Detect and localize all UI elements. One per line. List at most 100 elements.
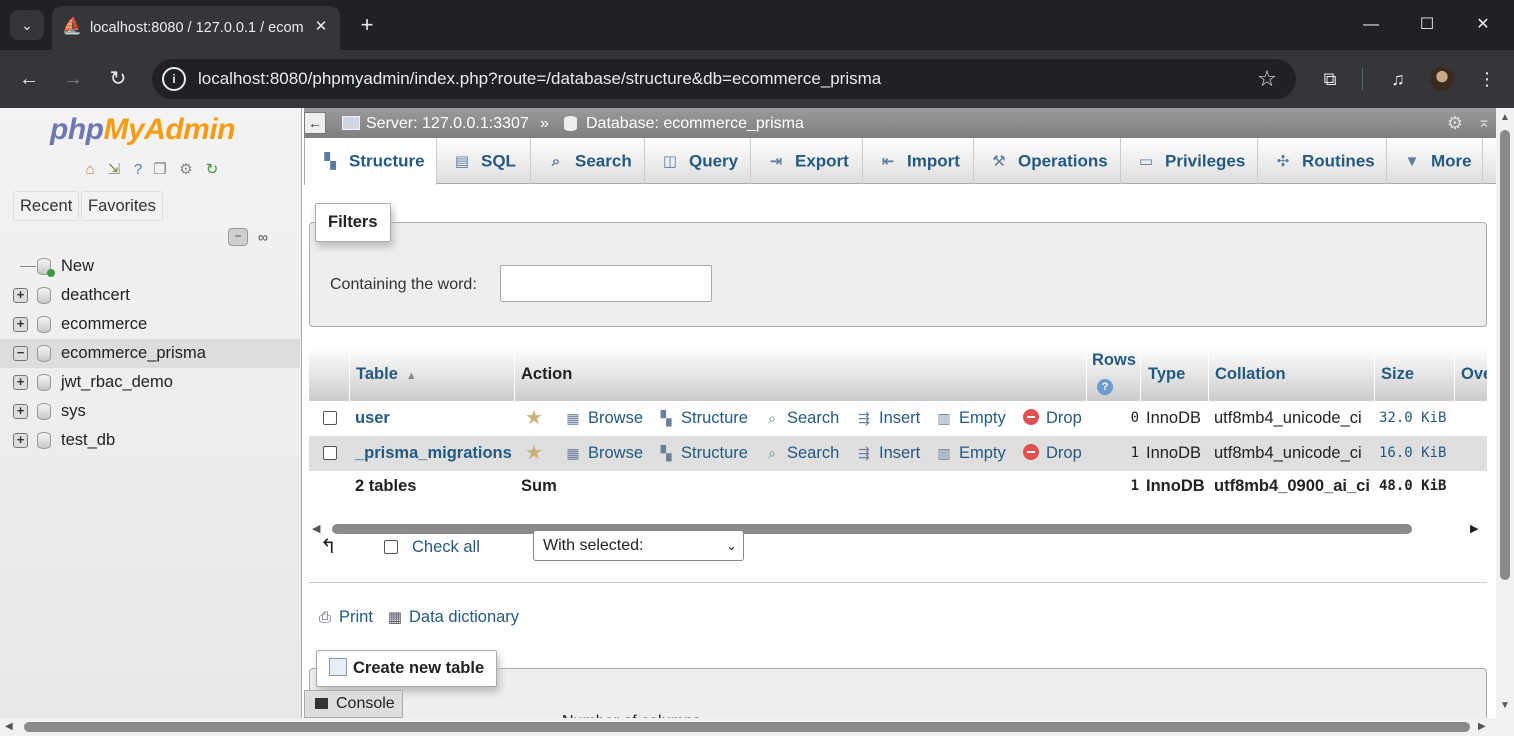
tab-privileges[interactable]: ▭ Privileges	[1121, 138, 1258, 184]
table-horizontal-scrollbar[interactable]: ◀ ▶	[312, 520, 1484, 538]
page-settings-gear-icon[interactable]: ⚙	[1444, 112, 1466, 134]
favorite-star-icon[interactable]: ★	[525, 436, 543, 471]
tab-import[interactable]: ⇤ Import	[863, 138, 974, 184]
close-window-button[interactable]: ✕	[1460, 10, 1506, 40]
browse-action[interactable]: ▦ Browse	[565, 401, 643, 436]
url-text[interactable]: localhost:8080/phpmyadmin/index.php?rout…	[198, 69, 1198, 89]
new-tab-button[interactable]: +	[354, 12, 380, 38]
tree-item-new[interactable]: New	[0, 252, 300, 281]
insert-action[interactable]: ⇶ Insert	[856, 401, 920, 436]
header-collation[interactable]: Collation	[1209, 347, 1375, 401]
tree-item-sys[interactable]: + sys	[0, 397, 300, 426]
tab-query[interactable]: ◫ Query	[645, 138, 751, 184]
help-icon[interactable]: ?	[128, 160, 148, 180]
tab-export[interactable]: ⇥ Export	[751, 138, 863, 184]
empty-action[interactable]: ▥ Empty	[936, 436, 1005, 471]
scroll-left-icon[interactable]: ◀	[312, 523, 324, 535]
settings-gear-icon[interactable]: ⚙	[176, 160, 196, 180]
breadcrumb-database[interactable]: Database: ecommerce_prisma	[586, 114, 804, 133]
page-horizontal-scrollbar[interactable]: ◀ ▶	[0, 718, 1514, 736]
tree-item-label[interactable]: ecommerce	[61, 314, 147, 335]
tree-item-test-db[interactable]: + test_db	[0, 426, 300, 455]
reload-navigation-icon[interactable]: ↻	[202, 160, 222, 180]
forward-button[interactable]: →	[58, 64, 88, 94]
console-toggle[interactable]: Console	[304, 690, 403, 718]
tab-operations[interactable]: ⚒ Operations	[974, 138, 1121, 184]
tree-item-ecommerce-prisma[interactable]: − ecommerce_prisma	[0, 339, 300, 368]
collapse-all-button[interactable]: −	[228, 228, 248, 246]
bookmark-star-icon[interactable]: ☆	[1254, 66, 1280, 92]
insert-action[interactable]: ⇶ Insert	[856, 436, 920, 471]
tree-item-label[interactable]: sys	[61, 401, 86, 422]
favorites-button[interactable]: Favorites	[81, 191, 163, 221]
tab-search-button[interactable]: ⌄	[10, 10, 44, 40]
browser-tab[interactable]: ⛵ localhost:8080 / 127.0.0.1 / ecommerce…	[52, 6, 340, 50]
size-link[interactable]: 32.0 KiB	[1379, 401, 1446, 436]
address-bar[interactable]: i localhost:8080/phpmyadmin/index.php?ro…	[152, 59, 1296, 99]
tree-item-jwt-rbac-demo[interactable]: + jwt_rbac_demo	[0, 368, 300, 397]
header-rows[interactable]: Rows?	[1087, 347, 1141, 401]
back-button[interactable]: ←	[14, 64, 44, 94]
scrollbar-thumb[interactable]	[332, 524, 1412, 534]
tree-item-ecommerce[interactable]: + ecommerce	[0, 310, 300, 339]
scroll-right-icon[interactable]: ▶	[1478, 721, 1490, 733]
header-table[interactable]: Table ▲	[350, 347, 515, 401]
check-all-label[interactable]: Check all	[412, 536, 480, 558]
expand-icon[interactable]: +	[13, 375, 28, 390]
scrollbar-thumb[interactable]	[1500, 130, 1510, 580]
logout-icon[interactable]: ⇲	[104, 160, 124, 180]
size-link[interactable]: 16.0 KiB	[1379, 436, 1446, 471]
drop-action[interactable]: Drop	[1023, 436, 1082, 471]
tree-item-label[interactable]: New	[61, 256, 94, 277]
scrollbar-thumb[interactable]	[24, 722, 1470, 732]
tree-item-label[interactable]: deathcert	[61, 285, 130, 306]
table-name-link[interactable]: user	[355, 401, 390, 436]
search-action[interactable]: ⌕ Search	[764, 401, 839, 436]
link-with-main-icon[interactable]: ∞	[252, 228, 274, 246]
with-selected-dropdown[interactable]: With selected: ⌄	[533, 530, 744, 561]
expand-icon[interactable]: +	[13, 404, 28, 419]
tree-item-label[interactable]: ecommerce_prisma	[61, 343, 206, 364]
row-checkbox[interactable]	[323, 411, 337, 425]
table-name-link[interactable]: _prisma_migrations	[355, 436, 512, 471]
header-overhead[interactable]: Overhead	[1455, 347, 1487, 401]
tab-routines[interactable]: ✣ Routines	[1258, 138, 1387, 184]
tab-structure[interactable]: ▚ Structure	[304, 138, 437, 185]
maximize-window-button[interactable]: ☐	[1404, 10, 1450, 40]
tab-sql[interactable]: ▤ SQL	[437, 138, 531, 184]
extensions-icon[interactable]: ⧉	[1316, 65, 1344, 93]
header-type[interactable]: Type	[1141, 347, 1209, 401]
tab-search[interactable]: ⌕ Search	[531, 138, 645, 184]
scroll-right-icon[interactable]: ▶	[1470, 523, 1482, 535]
recent-button[interactable]: Recent	[13, 191, 80, 221]
scroll-down-icon[interactable]: ▼	[1499, 700, 1511, 712]
expand-icon[interactable]: +	[13, 433, 28, 448]
data-dictionary-link[interactable]: ▦ Data dictionary	[386, 606, 519, 628]
structure-action[interactable]: ▚ Structure	[658, 436, 748, 471]
site-info-icon[interactable]: i	[162, 67, 186, 91]
browser-menu-icon[interactable]: ⋮	[1473, 65, 1501, 93]
scroll-up-icon[interactable]: ▲	[1499, 112, 1511, 124]
page-vertical-scrollbar[interactable]: ▲ ▼	[1496, 108, 1514, 718]
filter-input[interactable]	[500, 265, 712, 302]
row-checkbox[interactable]	[323, 446, 337, 460]
documentation-icon[interactable]: ❐	[150, 160, 170, 180]
header-size[interactable]: Size	[1375, 347, 1455, 401]
media-control-icon[interactable]: ♫	[1384, 65, 1412, 93]
breadcrumb-server[interactable]: Server: 127.0.0.1:3307	[366, 114, 529, 133]
close-tab-icon[interactable]: ✕	[310, 16, 332, 38]
help-icon[interactable]: ?	[1097, 379, 1113, 395]
collapse-icon[interactable]: −	[13, 346, 28, 361]
profile-avatar[interactable]	[1430, 67, 1454, 91]
collapse-topbar-icon[interactable]: ⌅	[1474, 112, 1494, 134]
phpmyadmin-logo[interactable]: phpMyAdmin	[50, 112, 260, 148]
scroll-left-icon[interactable]: ◀	[5, 721, 17, 733]
expand-icon[interactable]: +	[13, 288, 28, 303]
tree-item-label[interactable]: test_db	[61, 430, 115, 451]
empty-action[interactable]: ▥ Empty	[936, 401, 1005, 436]
tab-more[interactable]: ▼ More	[1387, 138, 1483, 184]
search-action[interactable]: ⌕ Search	[764, 436, 839, 471]
minimize-window-button[interactable]: —	[1348, 10, 1394, 40]
browse-action[interactable]: ▦ Browse	[565, 436, 643, 471]
home-icon[interactable]: ⌂	[80, 160, 100, 180]
